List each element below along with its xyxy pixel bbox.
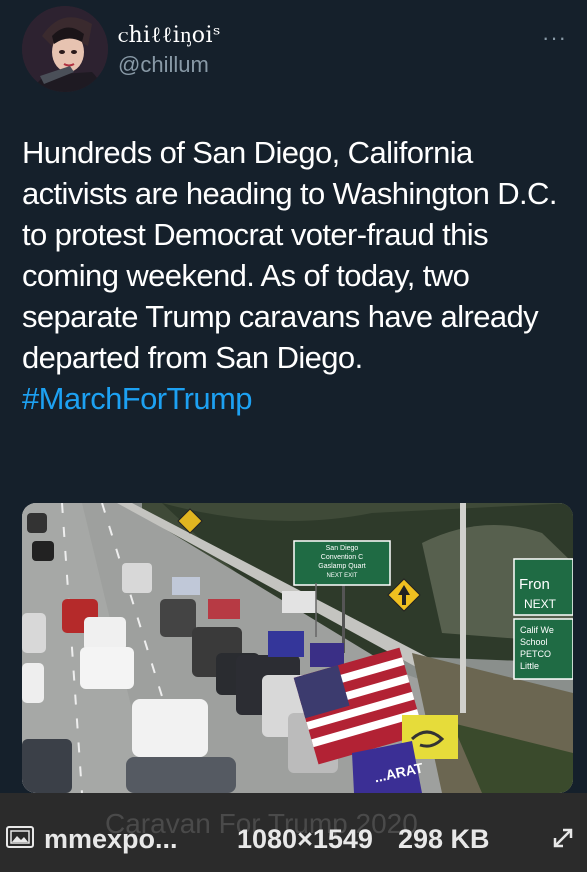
sign-front-line: Fron xyxy=(519,576,550,593)
tweet-body: Hundreds of San Diego, California activi… xyxy=(22,135,557,375)
sign-calif: Calif We School PETCO Little xyxy=(513,618,573,680)
avatar-image xyxy=(22,6,108,92)
sign-san-diego: San Diego Convention C Gaslamp Quart NEX… xyxy=(293,540,391,586)
display-name[interactable]: ꮯhiℓℓiᶇoiˢ xyxy=(118,22,221,48)
tweet-photo[interactable]: San Diego Convention C Gaslamp Quart NEX… xyxy=(22,503,573,793)
sign-san-diego-line: NEXT EXIT xyxy=(327,573,358,579)
user-handle[interactable]: @chillum xyxy=(118,52,209,78)
sign-calif-line: Little xyxy=(520,661,539,671)
sign-san-diego-line: Convention C xyxy=(321,554,363,561)
hashtag-link[interactable]: #MarchForTrump xyxy=(22,378,572,419)
image-dimensions: 1080×1549 xyxy=(237,824,373,854)
sign-front-line: NEXT xyxy=(524,597,557,611)
sign-calif-line: School xyxy=(520,637,548,647)
tweet-text: Hundreds of San Diego, California activi… xyxy=(22,132,572,419)
sign-front: Fron NEXT xyxy=(513,558,573,616)
sign-calif-line: Calif We xyxy=(520,625,554,635)
file-name[interactable]: mmexpo... xyxy=(44,824,178,855)
sign-san-diego-line: San Diego xyxy=(326,545,359,552)
file-size: 298 KB xyxy=(398,824,490,854)
highway-caravan-photo: San Diego Convention C Gaslamp Quart NEX… xyxy=(22,503,573,793)
expand-icon[interactable] xyxy=(551,826,575,850)
image-icon xyxy=(6,826,34,848)
avatar[interactable] xyxy=(22,6,108,92)
sign-calif-line: PETCO xyxy=(520,649,551,659)
sign-san-diego-line: Gaslamp Quart xyxy=(318,563,366,570)
more-options-icon[interactable]: ··· xyxy=(542,25,567,51)
